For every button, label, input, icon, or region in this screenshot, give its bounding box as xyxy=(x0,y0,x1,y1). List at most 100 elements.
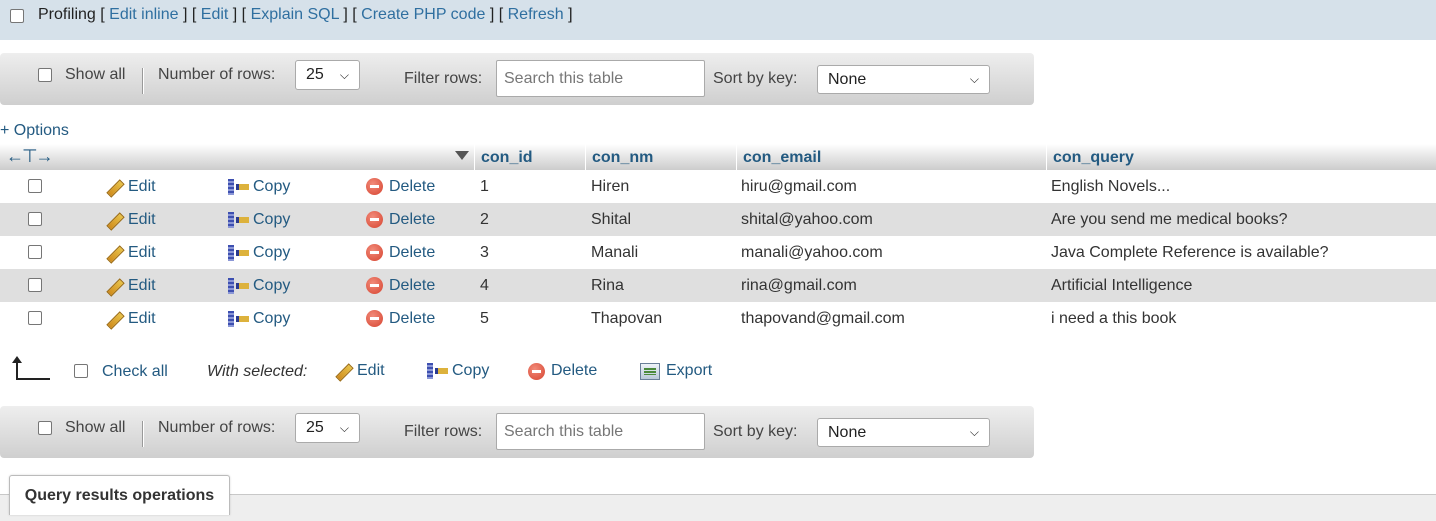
edit-inline-link[interactable]: Edit inline xyxy=(109,6,178,23)
filter-rows-placeholder: Search this table xyxy=(504,422,624,440)
separator xyxy=(142,421,144,447)
row-delete-button[interactable]: Delete xyxy=(366,269,435,302)
row-copy-button[interactable]: Copy xyxy=(227,269,290,302)
show-all-label[interactable]: Show all xyxy=(65,66,125,84)
number-of-rows-label: Number of rows: xyxy=(158,66,276,83)
row-edit-button[interactable]: Edit xyxy=(106,236,156,269)
pencil-icon xyxy=(106,311,122,327)
cell-con-id[interactable]: 2 xyxy=(480,203,489,236)
sort-by-key-select[interactable]: None ⌵ xyxy=(817,418,990,447)
cell-con-nm[interactable]: Manali xyxy=(591,236,638,269)
refresh-link[interactable]: Refresh xyxy=(508,6,564,23)
filter-rows-label: Filter rows: xyxy=(404,70,483,87)
cell-con-id[interactable]: 4 xyxy=(480,269,489,302)
row-edit-button[interactable]: Edit xyxy=(106,203,156,236)
row-edit-button[interactable]: Edit xyxy=(106,269,156,302)
options-link[interactable]: + Options xyxy=(0,122,69,140)
cell-con-nm[interactable]: Thapovan xyxy=(591,302,662,335)
row-checkbox[interactable] xyxy=(28,179,42,193)
sort-by-key-label: Sort by key: xyxy=(713,70,798,87)
row-checkbox[interactable] xyxy=(28,212,42,226)
separator xyxy=(142,68,144,94)
cell-con-nm[interactable]: Hiren xyxy=(591,170,629,203)
sort-arrow-icon[interactable] xyxy=(455,151,469,160)
column-header-con-query[interactable]: con_query xyxy=(1046,144,1436,170)
row-delete-button[interactable]: Delete xyxy=(366,170,435,203)
row-checkbox[interactable] xyxy=(28,245,42,259)
arrow-up-icon xyxy=(12,356,50,380)
delete-icon xyxy=(366,178,383,195)
number-of-rows-label: Number of rows: xyxy=(158,419,276,436)
show-all-checkbox[interactable] xyxy=(38,421,52,435)
cell-con-id[interactable]: 3 xyxy=(480,236,489,269)
query-results-operations-tab[interactable]: Query results operations xyxy=(9,475,230,515)
show-all-label[interactable]: Show all xyxy=(65,419,125,437)
pencil-icon xyxy=(106,245,122,261)
cell-con-email[interactable]: manali@yahoo.com xyxy=(741,236,883,269)
copy-icon xyxy=(227,244,249,262)
top-navigation-bar: Show all Number of rows: 25 ⌵ Filter row… xyxy=(0,53,1034,105)
explain-sql-link[interactable]: Explain SQL xyxy=(251,6,339,23)
cell-con-email[interactable]: hiru@gmail.com xyxy=(741,170,857,203)
export-icon xyxy=(640,362,660,380)
sort-by-key-select[interactable]: None ⌵ xyxy=(817,65,990,94)
cell-con-query[interactable]: English Novels... xyxy=(1051,170,1170,203)
cell-con-query[interactable]: Artificial Intelligence xyxy=(1051,269,1192,302)
row-edit-button[interactable]: Edit xyxy=(106,302,156,335)
row-delete-button[interactable]: Delete xyxy=(366,236,435,269)
column-header-con-nm[interactable]: con_nm xyxy=(585,144,736,170)
profiling-row: Profiling [ Edit inline ] [ Edit ] [ Exp… xyxy=(38,6,573,23)
rows-per-page-value: 25 xyxy=(306,419,324,436)
table-row: Edit Copy Delete 1 Hiren hiru@gmail.com … xyxy=(0,170,1436,203)
cell-con-id[interactable]: 1 xyxy=(480,170,489,203)
delete-icon xyxy=(366,310,383,327)
row-copy-button[interactable]: Copy xyxy=(227,236,290,269)
with-selected-bar: Check all With selected: Edit Copy Delet… xyxy=(0,356,760,390)
rows-per-page-select[interactable]: 25 ⌵ xyxy=(295,413,360,443)
check-all-label[interactable]: Check all xyxy=(102,363,168,381)
cell-con-nm[interactable]: Shital xyxy=(591,203,631,236)
create-php-code-link[interactable]: Create PHP code xyxy=(361,6,485,23)
bulk-export-button[interactable]: Export xyxy=(640,362,712,380)
cell-con-id[interactable]: 5 xyxy=(480,302,489,335)
delete-icon xyxy=(528,362,545,380)
rows-per-page-select[interactable]: 25 ⌵ xyxy=(295,60,360,90)
column-resize-icon[interactable]: ←⊤→ xyxy=(6,146,54,167)
row-checkbox[interactable] xyxy=(28,311,42,325)
bulk-copy-button[interactable]: Copy xyxy=(426,362,489,380)
row-checkbox[interactable] xyxy=(28,278,42,292)
row-delete-button[interactable]: Delete xyxy=(366,302,435,335)
filter-rows-input[interactable]: Search this table xyxy=(496,60,705,97)
profiling-checkbox[interactable] xyxy=(10,9,24,23)
pencil-icon xyxy=(335,363,351,379)
column-header-con-id[interactable]: con_id xyxy=(474,144,585,170)
cell-con-query[interactable]: i need a this book xyxy=(1051,302,1176,335)
table-row: Edit Copy Delete 5 Thapovan thapovand@gm… xyxy=(0,302,1436,335)
bulk-delete-button[interactable]: Delete xyxy=(528,362,597,380)
results-table: ←⊤→ con_id con_nm con_email con_query Ed… xyxy=(0,144,1436,335)
row-copy-button[interactable]: Copy xyxy=(227,203,290,236)
edit-link[interactable]: Edit xyxy=(201,6,229,23)
row-edit-button[interactable]: Edit xyxy=(106,170,156,203)
row-delete-button[interactable]: Delete xyxy=(366,203,435,236)
cell-con-email[interactable]: shital@yahoo.com xyxy=(741,203,873,236)
cell-con-nm[interactable]: Rina xyxy=(591,269,624,302)
profiling-label: Profiling xyxy=(38,6,96,23)
cell-con-email[interactable]: rina@gmail.com xyxy=(741,269,857,302)
pencil-icon xyxy=(106,212,122,228)
filter-rows-input[interactable]: Search this table xyxy=(496,413,705,450)
copy-icon xyxy=(227,310,249,328)
bulk-edit-button[interactable]: Edit xyxy=(335,362,385,380)
show-all-checkbox[interactable] xyxy=(38,68,52,82)
pencil-icon xyxy=(106,278,122,294)
cell-con-query[interactable]: Are you send me medical books? xyxy=(1051,203,1288,236)
row-copy-button[interactable]: Copy xyxy=(227,170,290,203)
column-header-con-email[interactable]: con_email xyxy=(736,144,1046,170)
row-copy-button[interactable]: Copy xyxy=(227,302,290,335)
table-header: ←⊤→ con_id con_nm con_email con_query xyxy=(0,144,1436,170)
check-all-checkbox[interactable] xyxy=(74,364,88,378)
chevron-down-icon: ⌵ xyxy=(969,425,979,439)
cell-con-email[interactable]: thapovand@gmail.com xyxy=(741,302,905,335)
delete-icon xyxy=(366,277,383,294)
cell-con-query[interactable]: Java Complete Reference is available? xyxy=(1051,236,1328,269)
